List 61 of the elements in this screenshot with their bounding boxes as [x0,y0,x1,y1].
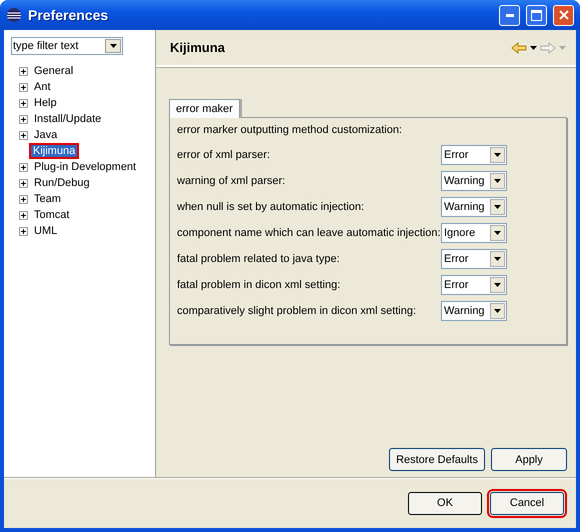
setting-label: component name which can leave automatic injection: [177,227,441,239]
severity-dropdown[interactable]: Warning [441,197,507,217]
dropdown-arrow-icon [494,179,501,183]
severity-dropdown[interactable]: Warning [441,171,507,191]
tree-item[interactable]: Java [32,129,60,141]
apply-button[interactable]: Apply [491,448,567,471]
minimize-button[interactable] [499,4,520,26]
dropdown-arrow-icon [494,153,501,157]
severity-dropdown[interactable]: Ignore [441,223,507,243]
forward-arrow-icon [540,42,556,54]
expand-icon[interactable] [19,178,28,188]
setting-label: when null is set by automatic injection: [177,201,366,213]
expand-icon[interactable] [19,130,28,140]
expand-icon[interactable] [19,194,28,204]
tree-item[interactable]: Team [32,193,63,205]
setting-label: fatal problem in dicon xml setting: [177,279,342,291]
tree-item[interactable]: Tomcat [32,209,72,221]
app-icon [6,7,22,23]
filter-field[interactable]: type filter text [11,37,123,55]
severity-dropdown[interactable]: Warning [441,301,507,321]
dropdown-arrow-icon [494,231,501,235]
tree-item[interactable]: Ant [32,81,53,93]
expand-icon[interactable] [19,210,28,220]
tree-item[interactable]: Run/Debug [32,177,92,189]
ok-button[interactable]: OK [408,492,482,514]
expand-icon[interactable] [19,162,28,172]
dropdown-arrow-icon [494,309,501,313]
dropdown-arrow-icon[interactable] [530,46,537,50]
expand-icon[interactable] [19,98,28,108]
restore-defaults-button[interactable]: Restore Defaults [389,448,485,471]
maximize-icon [531,10,542,20]
severity-dropdown[interactable]: Error [441,249,507,269]
dropdown-arrow-icon [110,44,116,48]
close-button[interactable] [553,4,574,26]
dropdown-arrow-icon [494,257,501,261]
setting-label: error of xml parser: [177,149,271,161]
tree-item[interactable]: Plug-in Development [32,161,138,173]
maximize-button[interactable] [526,4,547,26]
dropdown-arrow-icon [494,205,501,209]
tree-item[interactable]: Help [32,97,59,109]
expand-icon[interactable] [19,114,28,124]
section-heading: error marker outputting method customization: [177,124,403,138]
expand-icon[interactable] [19,66,28,76]
severity-dropdown[interactable]: Error [441,275,507,295]
minimize-icon [506,14,514,16]
expand-icon[interactable] [19,82,28,92]
page-title: Kijimuna [170,40,226,55]
tab[interactable]: error maker [169,99,240,118]
dropdown-arrow-icon [559,46,566,50]
expand-icon[interactable] [19,226,28,236]
tree-item[interactable]: UML [32,225,60,237]
close-icon [558,10,568,20]
tree-item[interactable]: General [32,65,76,77]
dropdown-arrow-icon [494,283,501,287]
setting-label: warning of xml parser: [177,175,286,187]
severity-dropdown[interactable]: Error [441,145,507,165]
setting-label: fatal problem related to java type: [177,253,341,265]
tree-item[interactable]: Install/Update [32,113,104,125]
tree-item[interactable]: Kijimuna [31,145,78,157]
window-title: Preferences [28,7,110,23]
setting-label: comparatively slight problem in dicon xml setting: [177,305,418,317]
